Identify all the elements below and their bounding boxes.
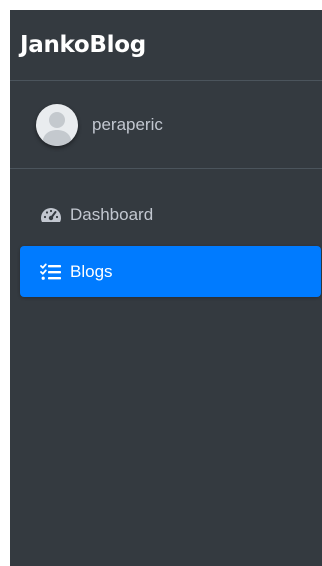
nav-item-label: Dashboard (70, 204, 154, 224)
sidebar-nav: Dashboard Blogs (10, 169, 322, 297)
user-panel: peraperic (10, 81, 322, 169)
nav-item-dashboard[interactable]: Dashboard (20, 189, 321, 240)
tachometer-icon (40, 206, 62, 224)
nav-item-blogs[interactable]: Blogs (20, 246, 321, 297)
avatar[interactable] (36, 103, 78, 146)
brand-link[interactable]: JankoBlog (10, 10, 322, 81)
user-silhouette-icon (42, 111, 72, 146)
user-name[interactable]: peraperic (92, 115, 163, 135)
brand-title: JankoBlog (20, 32, 146, 58)
nav-item-label: Blogs (70, 261, 113, 281)
tasks-list-icon (40, 263, 62, 281)
sidebar: JankoBlog peraperic Dashboard Blogs (10, 10, 322, 566)
